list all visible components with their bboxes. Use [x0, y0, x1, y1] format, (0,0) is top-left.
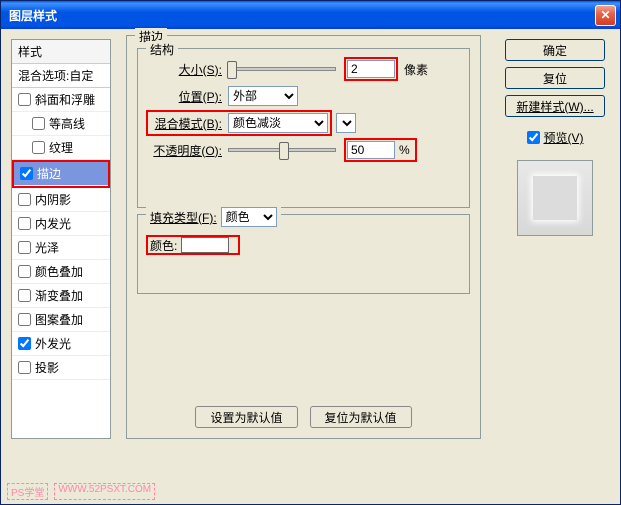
fill-type-select[interactable]: 颜色 [221, 207, 277, 227]
styles-header: 样式 [12, 40, 110, 64]
opacity-unit: % [399, 143, 410, 157]
color-row: 颜色: [146, 235, 240, 255]
style-checkbox[interactable] [32, 141, 45, 154]
style-checkbox[interactable] [18, 265, 31, 278]
style-label: 等高线 [49, 115, 85, 132]
style-item[interactable]: 投影 [12, 356, 110, 380]
style-label: 内阴影 [35, 191, 71, 208]
ok-button[interactable]: 确定 [505, 39, 605, 61]
footer-badge-1: PS学堂 [7, 483, 48, 500]
style-label: 内发光 [35, 215, 71, 232]
style-checkbox[interactable] [18, 361, 31, 374]
size-slider[interactable] [228, 67, 336, 71]
style-label: 斜面和浮雕 [35, 91, 95, 108]
style-item[interactable]: 颜色叠加 [12, 260, 110, 284]
styles-panel: 样式 混合选项:自定 斜面和浮雕等高线纹理描边内阴影内发光光泽颜色叠加渐变叠加图… [11, 39, 111, 439]
style-item[interactable]: 图案叠加 [12, 308, 110, 332]
style-label: 渐变叠加 [35, 287, 83, 304]
set-default-button[interactable]: 设置为默认值 [195, 406, 297, 428]
opacity-label: 不透明度(O): [146, 142, 222, 159]
footer-badge-2: WWW.52PSXT.COM [54, 483, 155, 500]
blend-mode-select[interactable]: 颜色减淡 [228, 113, 328, 133]
opacity-row: 不透明度(O): % [146, 140, 461, 160]
opacity-input[interactable] [347, 141, 395, 159]
style-checkbox[interactable] [18, 217, 31, 230]
style-checkbox[interactable] [20, 167, 33, 180]
reset-default-button[interactable]: 复位为默认值 [310, 406, 412, 428]
fill-legend: 填充类型(F): 颜色 [146, 207, 281, 227]
size-input[interactable] [347, 60, 395, 78]
color-label: 颜色: [150, 237, 177, 254]
structure-legend: 结构 [146, 41, 178, 58]
close-button[interactable]: ✕ [595, 5, 616, 26]
style-label: 描边 [37, 165, 61, 182]
preview-checkbox[interactable] [527, 131, 540, 144]
position-label: 位置(P): [146, 88, 222, 105]
style-item[interactable]: 渐变叠加 [12, 284, 110, 308]
position-select[interactable]: 外部 [228, 86, 298, 106]
style-label: 图案叠加 [35, 311, 83, 328]
style-item[interactable]: 内阴影 [12, 188, 110, 212]
style-checkbox[interactable] [18, 313, 31, 326]
preview-swatch [533, 176, 577, 220]
new-style-button[interactable]: 新建样式(W)... [505, 95, 605, 117]
color-swatch[interactable] [181, 237, 229, 253]
size-label: 大小(S): [146, 61, 222, 78]
style-item[interactable]: 外发光 [12, 332, 110, 356]
position-row: 位置(P): 外部 [146, 86, 461, 106]
style-item[interactable]: 等高线 [12, 112, 110, 136]
blend-options[interactable]: 混合选项:自定 [12, 64, 110, 88]
style-label: 光泽 [35, 239, 59, 256]
blend-color-dropdown[interactable] [336, 113, 356, 133]
title-bar: 图层样式 ✕ [1, 1, 620, 29]
style-checkbox[interactable] [18, 241, 31, 254]
window-title: 图层样式 [9, 7, 57, 24]
fill-group: 填充类型(F): 颜色 颜色: [137, 214, 470, 294]
opacity-slider[interactable] [228, 148, 336, 152]
stroke-group: 描边 结构 大小(S): 像素 位置(P): 外部 混合模式(B): 颜色减淡 [126, 35, 481, 439]
reset-button[interactable]: 复位 [505, 67, 605, 89]
style-item[interactable]: 描边 [14, 162, 108, 186]
style-item[interactable]: 纹理 [12, 136, 110, 160]
style-checkbox[interactable] [32, 117, 45, 130]
style-item[interactable]: 内发光 [12, 212, 110, 236]
style-item[interactable]: 斜面和浮雕 [12, 88, 110, 112]
style-checkbox[interactable] [18, 337, 31, 350]
preview-label: 预览(V) [544, 129, 584, 146]
style-checkbox[interactable] [18, 193, 31, 206]
style-item[interactable]: 光泽 [12, 236, 110, 260]
preview-toggle[interactable]: 预览(V) [527, 129, 584, 146]
structure-group: 结构 大小(S): 像素 位置(P): 外部 混合模式(B): 颜色减淡 [137, 48, 470, 208]
preview-box [517, 160, 593, 236]
style-label: 外发光 [35, 335, 71, 352]
size-row: 大小(S): 像素 [146, 59, 461, 79]
size-unit: 像素 [404, 61, 428, 78]
style-checkbox[interactable] [18, 289, 31, 302]
default-buttons: 设置为默认值 复位为默认值 [127, 406, 480, 428]
layer-style-dialog: 图层样式 ✕ 样式 混合选项:自定 斜面和浮雕等高线纹理描边内阴影内发光光泽颜色… [0, 0, 621, 505]
blend-mode-label: 混合模式(B): [150, 115, 222, 132]
style-label: 投影 [35, 359, 59, 376]
style-label: 纹理 [49, 139, 73, 156]
right-column: 确定 复位 新建样式(W)... 预览(V) [500, 39, 610, 236]
blend-mode-row: 混合模式(B): 颜色减淡 [146, 113, 461, 133]
style-label: 颜色叠加 [35, 263, 83, 280]
footer: PS学堂 WWW.52PSXT.COM [7, 483, 155, 500]
style-checkbox[interactable] [18, 93, 31, 106]
